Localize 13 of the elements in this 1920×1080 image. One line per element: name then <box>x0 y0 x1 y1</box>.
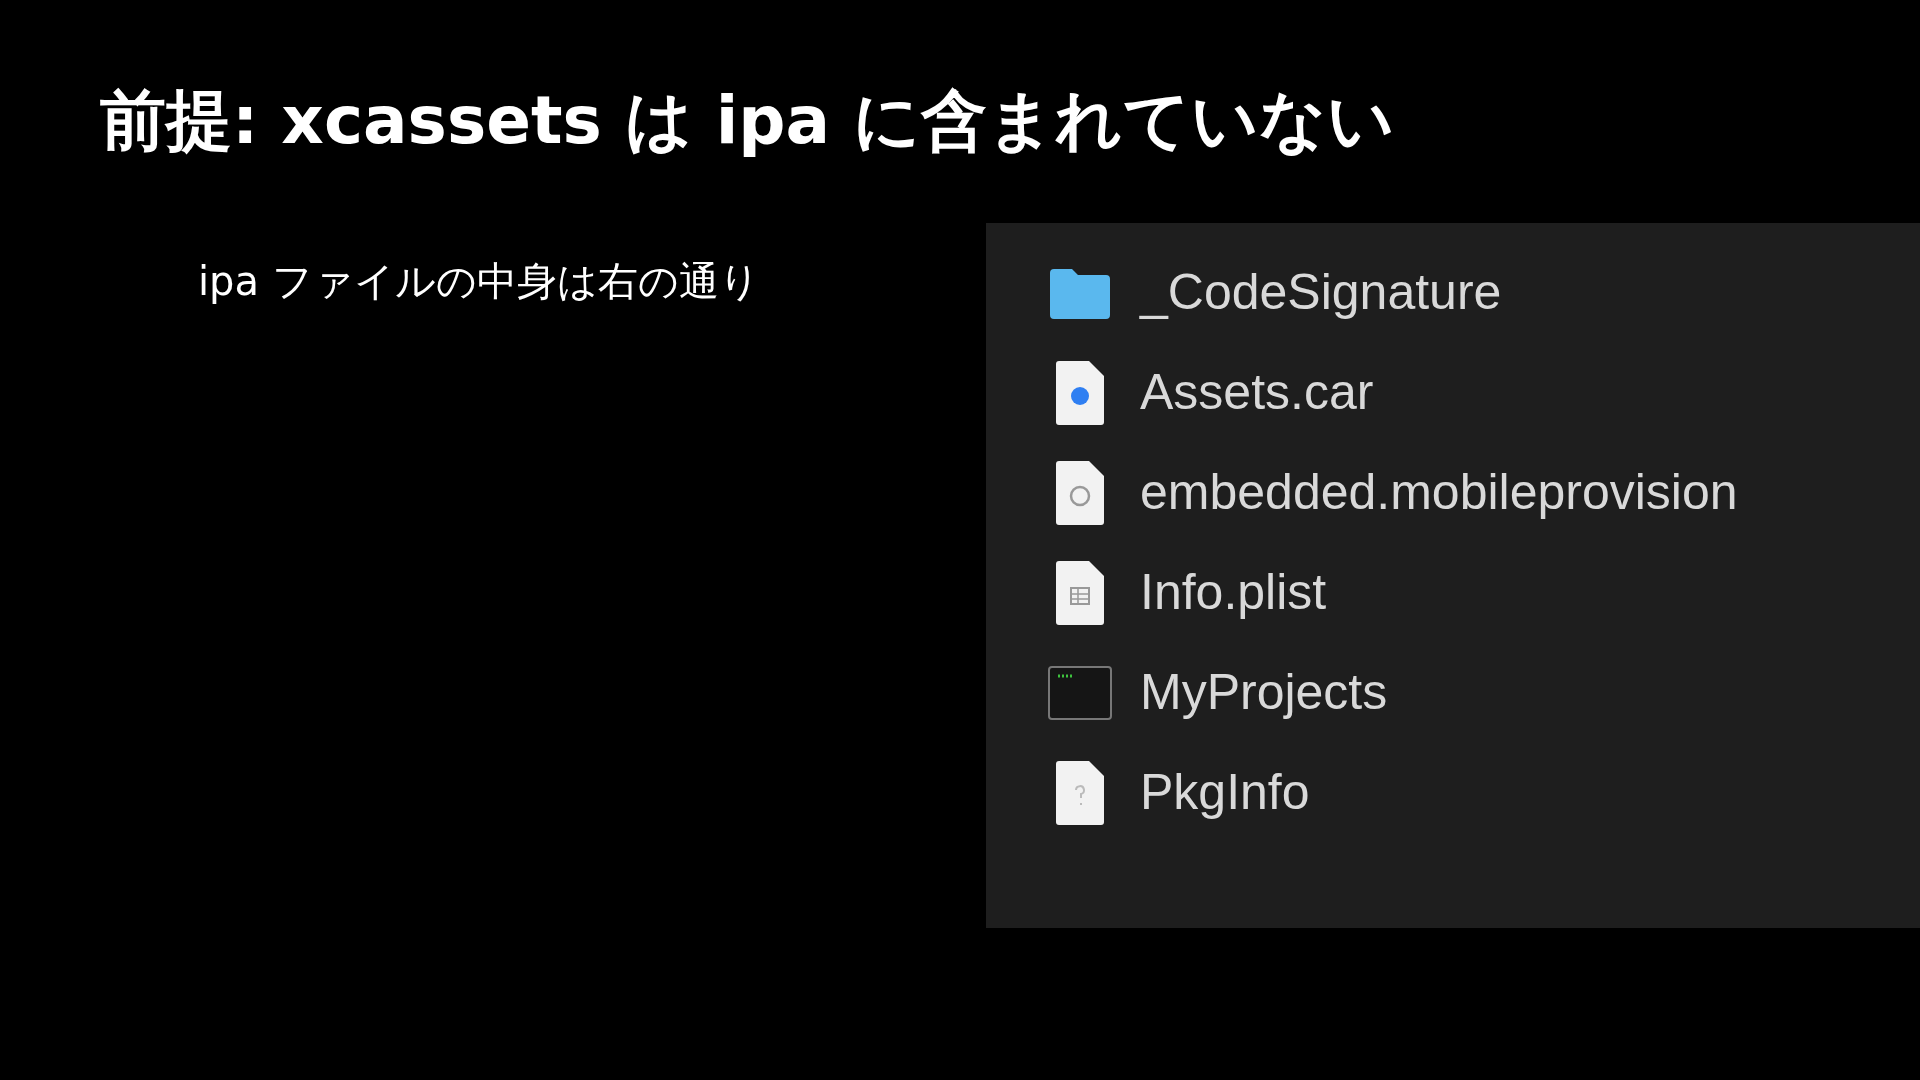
file-name[interactable]: embedded.mobileprovision <box>1140 455 1738 530</box>
file-name[interactable]: Assets.car <box>1140 355 1374 430</box>
document-icon <box>1054 459 1106 526</box>
document-icon <box>1054 359 1106 426</box>
file-name[interactable]: Info.plist <box>1140 555 1327 630</box>
slide-title: 前提: xcassets は ipa に含まれていない <box>100 81 1396 161</box>
file-name[interactable]: MyProjects <box>1140 655 1388 730</box>
document-icon <box>1054 559 1106 626</box>
terminal-icon <box>1048 665 1112 720</box>
document-icon <box>1054 759 1106 826</box>
file-name[interactable]: _CodeSignature <box>1140 255 1502 330</box>
body-text: ipa ファイルの中身は右の通り <box>198 256 761 306</box>
file-name[interactable]: PkgInfo <box>1140 755 1310 830</box>
